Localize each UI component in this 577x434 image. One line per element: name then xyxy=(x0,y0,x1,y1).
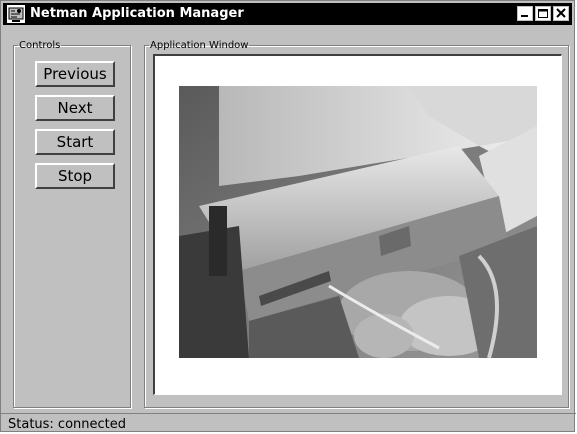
minimize-button[interactable] xyxy=(517,6,533,21)
next-button[interactable]: Next xyxy=(35,95,115,121)
controls-legend: Controls xyxy=(19,40,61,51)
maximize-icon xyxy=(538,9,548,18)
status-text: Status: connected xyxy=(8,417,127,432)
app-icon xyxy=(7,5,25,23)
title-bar[interactable]: Netman Application Manager xyxy=(3,3,572,25)
window-title: Netman Application Manager xyxy=(30,6,244,21)
close-icon xyxy=(556,8,566,18)
minimize-icon xyxy=(521,15,528,17)
previous-button[interactable]: Previous xyxy=(35,61,115,87)
application-window-legend: Application Window xyxy=(150,40,249,51)
start-button[interactable]: Start xyxy=(35,129,115,155)
main-window: Netman Application Manager Controls Prev… xyxy=(0,0,576,433)
application-viewport[interactable] xyxy=(153,54,562,395)
maximize-button[interactable] xyxy=(535,6,551,21)
close-button[interactable] xyxy=(553,6,569,21)
status-bar: Status: connected xyxy=(1,413,576,433)
video-frame xyxy=(179,86,537,358)
stop-button[interactable]: Stop xyxy=(35,163,115,189)
